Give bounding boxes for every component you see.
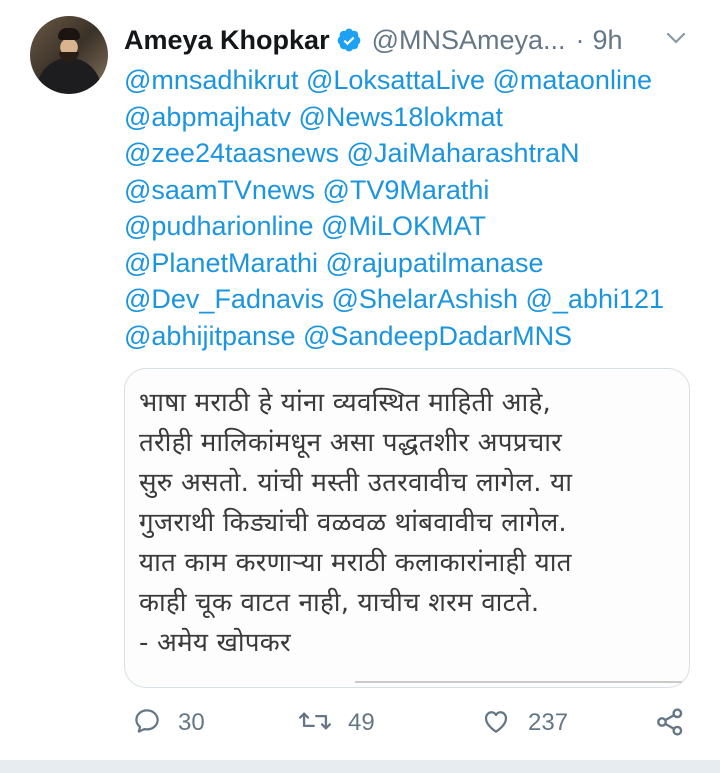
like-count: 237 — [528, 709, 569, 736]
share-icon — [654, 706, 686, 742]
like-button[interactable]: 237 — [480, 706, 568, 740]
mention-line[interactable]: @abhijitpanse @SandeepDadarMNS — [124, 318, 704, 355]
mention-line[interactable]: @mnsadhikrut @LoksattaLive @mataonline — [124, 62, 704, 99]
share-button[interactable] — [654, 706, 686, 742]
tweet-card[interactable]: Ameya Khopkar @MNSAmeya... · 9h @mnsadhi… — [0, 0, 720, 760]
avatar-beard — [59, 52, 79, 62]
image-text-line: यात काम करणाऱ्या मराठी कलाकारांनाही यात — [139, 548, 572, 578]
image-text-line: सुरु असतो. यांची मस्ती उतरवावीच लागेल. य… — [139, 468, 573, 498]
tweet-timestamp[interactable]: 9h — [593, 25, 623, 56]
author-name[interactable]: Ameya Khopkar — [124, 25, 330, 56]
reply-button[interactable]: 30 — [132, 706, 205, 740]
author-handle[interactable]: @MNSAmeya... — [372, 25, 566, 56]
image-text-line: भाषा मराठी हे यांना व्यवस्थित माहिती आहे… — [139, 388, 551, 418]
image-text-line: तरीही मालिकांमधून असा पद्धतशीर अपप्रचार — [139, 428, 562, 458]
image-text-line: गुजराथी किड्यांची वळवळ थांबवावीच लागेल. — [139, 508, 567, 538]
separator-dot: · — [575, 24, 585, 55]
retweet-icon — [298, 706, 332, 740]
timeline-divider — [0, 760, 720, 773]
retweet-button[interactable]: 49 — [298, 706, 375, 740]
reply-icon — [132, 706, 162, 740]
mention-line[interactable]: @pudharionline @MiLOKMAT — [124, 208, 704, 245]
verified-badge-icon — [336, 27, 362, 53]
image-text-line: - अमेय खोपकर — [139, 628, 291, 658]
avatar-hair — [58, 28, 80, 40]
attached-image[interactable]: भाषा मराठी हे यांना व्यवस्थित माहिती आहे… — [124, 368, 690, 688]
tweet-actions: 30 49 237 — [124, 702, 696, 746]
image-cropped-text-fragment — [355, 681, 689, 687]
image-text-line: काही चूक वाटत नाही, याचीच शरम वाटते. — [139, 588, 540, 618]
image-text-block: भाषा मराठी हे यांना व्यवस्थित माहिती आहे… — [139, 383, 679, 663]
reply-count: 30 — [178, 709, 205, 736]
like-icon — [480, 706, 512, 740]
chevron-down-icon[interactable] — [664, 26, 688, 50]
mention-line[interactable]: @abpmajhatv @News18lokmat — [124, 99, 704, 136]
mention-line[interactable]: @saamTVnews @TV9Marathi — [124, 172, 704, 209]
mention-line[interactable]: @PlanetMarathi @rajupatilmanase — [124, 245, 704, 282]
mention-line[interactable]: @zee24taasnews @JaiMaharashtraN — [124, 135, 704, 172]
image-cropped-text-fragment — [385, 369, 689, 373]
tweet-text: @mnsadhikrut @LoksattaLive @mataonline @… — [124, 62, 704, 354]
mention-line[interactable]: @Dev_Fadnavis @ShelarAshish @_abhi121 — [124, 281, 704, 318]
tweet-header: Ameya Khopkar @MNSAmeya... · 9h — [124, 22, 704, 58]
retweet-count: 49 — [348, 709, 375, 736]
avatar[interactable] — [30, 16, 108, 94]
